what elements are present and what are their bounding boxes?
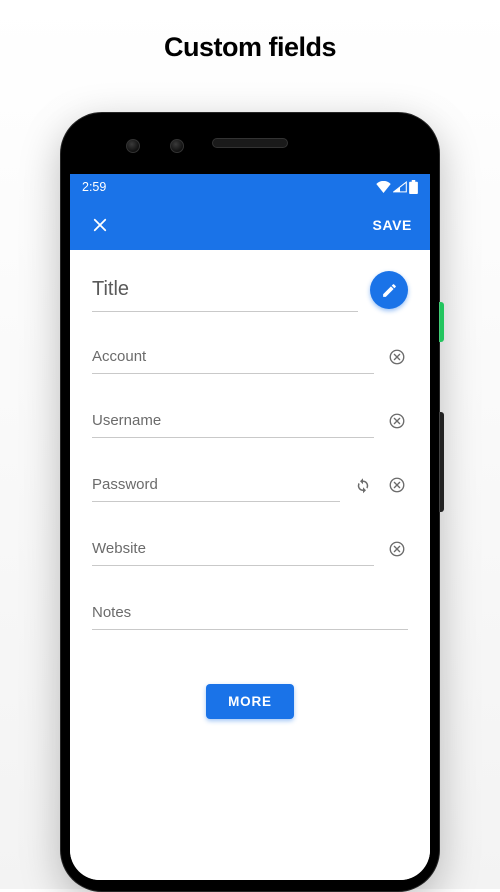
- clear-icon: [388, 476, 406, 494]
- title-row: [92, 268, 408, 312]
- status-time: 2:59: [82, 180, 106, 194]
- account-clear-button[interactable]: [386, 346, 408, 368]
- battery-icon: [409, 180, 418, 194]
- refresh-icon: [354, 476, 372, 494]
- password-generate-button[interactable]: [352, 474, 374, 496]
- page-title: Custom fields: [0, 0, 500, 63]
- notes-row: [92, 596, 408, 630]
- signal-icon: [393, 181, 407, 193]
- account-row: [92, 340, 408, 374]
- phone-camera-icon: [126, 139, 140, 153]
- phone-sensor-icon: [170, 139, 184, 153]
- phone-speaker-icon: [212, 138, 288, 148]
- website-row: [92, 532, 408, 566]
- website-input[interactable]: [92, 532, 374, 566]
- clear-icon: [388, 412, 406, 430]
- more-row: MORE: [92, 660, 408, 719]
- notes-input[interactable]: [92, 596, 408, 630]
- account-input[interactable]: [92, 340, 374, 374]
- phone-frame: 2:59 SAVE: [60, 112, 440, 892]
- username-input[interactable]: [92, 404, 374, 438]
- close-icon: [91, 216, 109, 234]
- status-icons: [376, 180, 418, 194]
- phone-volume-button: [439, 412, 444, 512]
- phone-earpiece-area: [60, 112, 440, 174]
- app-bar: SAVE: [70, 200, 430, 250]
- more-button[interactable]: MORE: [206, 684, 294, 719]
- password-clear-button[interactable]: [386, 474, 408, 496]
- clear-icon: [388, 348, 406, 366]
- edit-icon-button[interactable]: [370, 271, 408, 309]
- password-row: [92, 468, 408, 502]
- form-content: MORE: [70, 250, 430, 880]
- wifi-icon: [376, 181, 391, 193]
- save-button[interactable]: SAVE: [373, 217, 413, 233]
- website-clear-button[interactable]: [386, 538, 408, 560]
- pencil-icon: [381, 282, 398, 299]
- title-input[interactable]: [92, 268, 358, 312]
- close-button[interactable]: [88, 213, 112, 237]
- password-input[interactable]: [92, 468, 340, 502]
- clear-icon: [388, 540, 406, 558]
- username-row: [92, 404, 408, 438]
- status-bar: 2:59: [70, 174, 430, 200]
- phone-power-button: [439, 302, 444, 342]
- username-clear-button[interactable]: [386, 410, 408, 432]
- screen: 2:59 SAVE: [70, 174, 430, 880]
